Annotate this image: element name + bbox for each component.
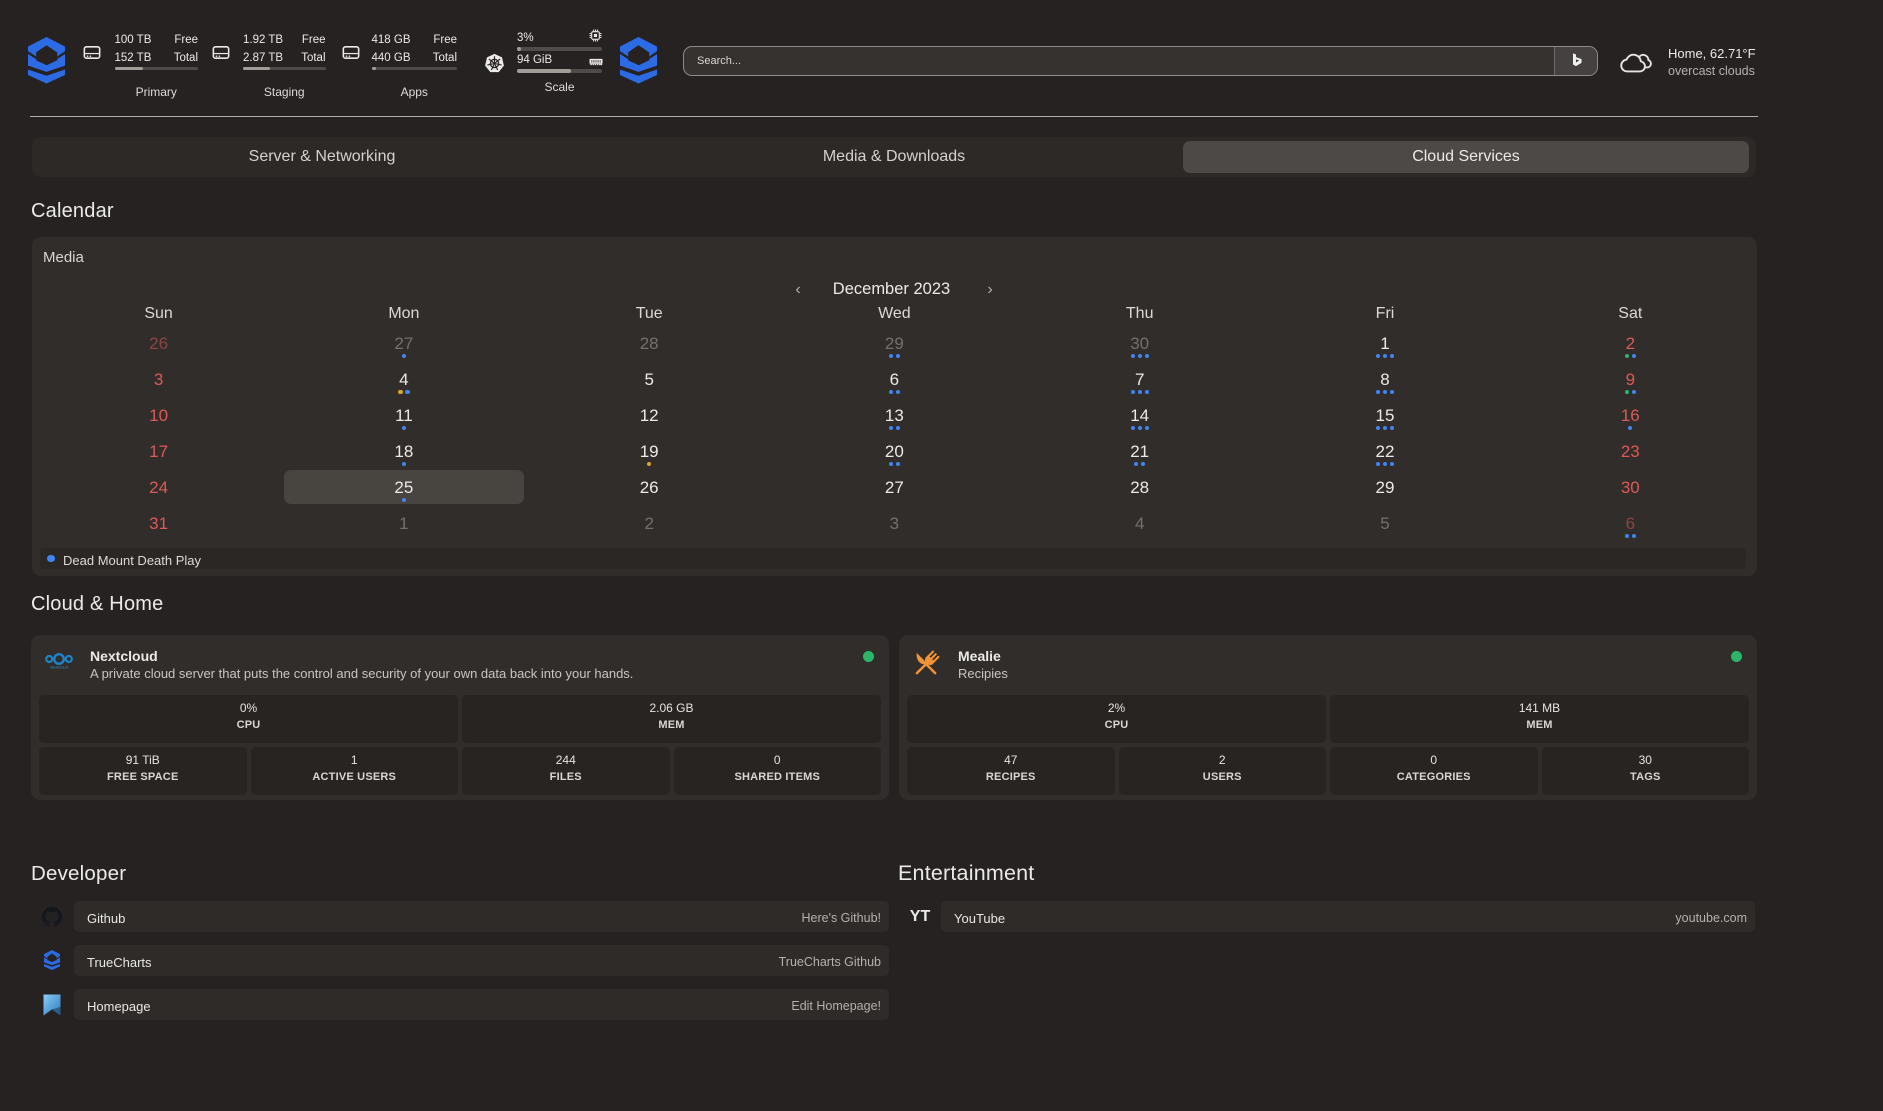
svg-text:Nextcloud: Nextcloud — [50, 665, 68, 670]
